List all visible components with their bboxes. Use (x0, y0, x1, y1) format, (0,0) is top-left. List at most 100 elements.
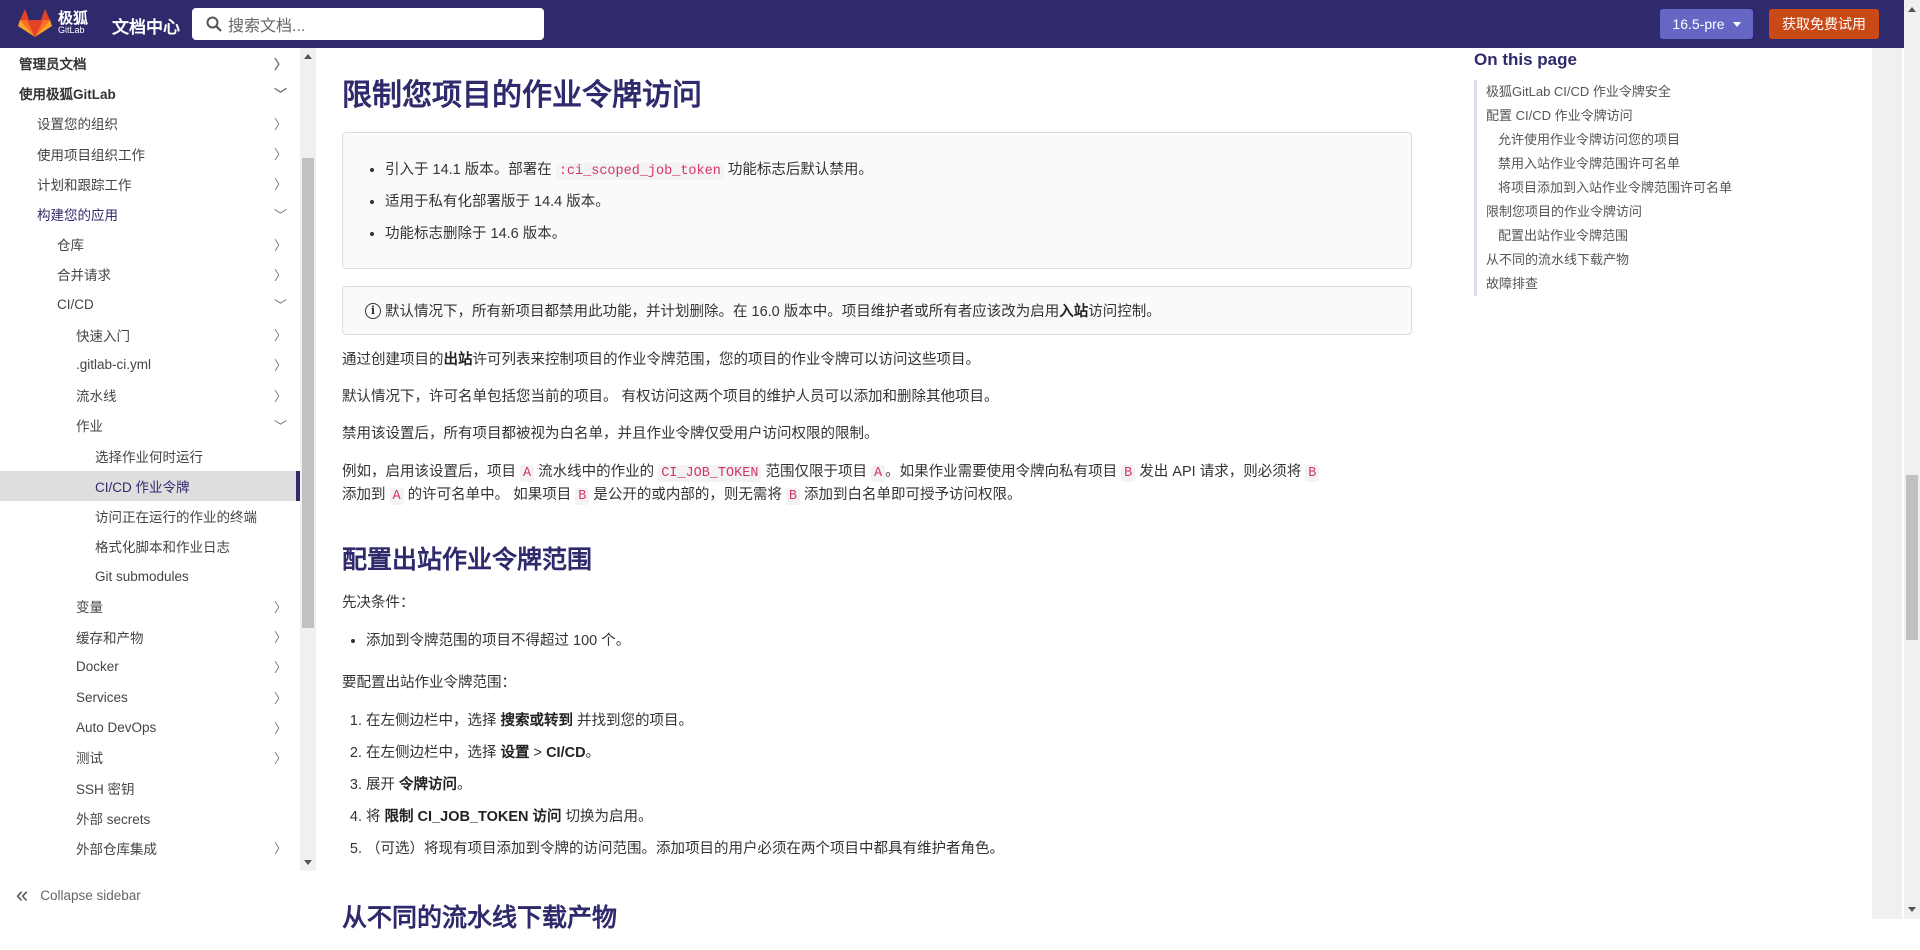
page-scrollbar[interactable] (1904, 0, 1920, 919)
scrollbar-thumb[interactable] (302, 158, 314, 628)
sidebar-item[interactable]: 合并请求〉 (0, 259, 300, 289)
chevron-down-icon[interactable]: ﹀ (274, 84, 286, 103)
chevron-right-icon[interactable]: 〉 (274, 718, 286, 737)
step-item: （可选）将现有项目添加到令牌的访问范围。添加项目的用户必须在两个项目中都具有维护… (366, 837, 1412, 858)
history-item: 适用于私有化部署版于 14.4 版本。 (385, 190, 1389, 211)
toc-link[interactable]: 从不同的流水线下载产物 (1486, 248, 1854, 272)
sidebar-item[interactable]: Services〉 (0, 682, 300, 712)
section-heading: 配置出站作业令牌范围 (342, 540, 1412, 576)
scroll-down-icon[interactable] (304, 860, 312, 865)
free-trial-button[interactable]: 获取免费试用 (1769, 9, 1879, 39)
sidebar-item[interactable]: 测试 〉 (0, 742, 300, 772)
code: CI_JOB_TOKEN (658, 465, 761, 482)
chevron-right-icon[interactable]: 〉 (274, 174, 286, 193)
text: 切换为启用。 (562, 809, 653, 825)
sidebar-item[interactable]: Auto DevOps〉 (0, 712, 300, 742)
sidebar-item[interactable]: 访问正在运行的作业的终端 (0, 501, 300, 531)
sidebar-item-label: 变量 (76, 596, 103, 616)
sidebar-item[interactable]: 外部仓库集成〉 (0, 833, 300, 863)
scroll-up-icon[interactable] (304, 54, 312, 59)
chevron-right-icon[interactable]: 〉 (274, 657, 286, 676)
chevron-right-icon[interactable]: 〉 (274, 235, 286, 254)
sidebar-item[interactable]: 流水线〉 (0, 380, 300, 410)
sidebar-item[interactable]: 变量 〉 (0, 591, 300, 621)
toc-link[interactable]: 极狐GitLab CI/CD 作业令牌安全 (1486, 80, 1854, 104)
text: 添加到白名单即可授予访问权限。 (800, 487, 1022, 503)
sidebar-item-label: 缓存和产物 (76, 627, 144, 647)
scroll-down-icon[interactable] (1908, 907, 1916, 912)
paragraph: 例如，启用该设置后，项目 A 流水线中的作业的 CI_JOB_TOKEN 范围仅… (342, 461, 1412, 508)
sidebar-item[interactable]: CI/CD﹀ (0, 290, 300, 320)
feature-flag-code: :ci_scoped_job_token (556, 163, 724, 180)
chevron-right-icon[interactable]: 〉 (274, 355, 286, 374)
code: B (1121, 465, 1135, 482)
chevron-right-icon[interactable]: 〉 (274, 325, 286, 344)
sidebar-item[interactable]: 仓库〉 (0, 229, 300, 259)
text: 在左侧边栏中，选择 (366, 745, 501, 761)
text: 通过创建项目的 (342, 352, 444, 368)
toc-link[interactable]: 配置出站作业令牌范围 (1486, 224, 1854, 248)
sidebar-item[interactable]: Git submodules (0, 561, 300, 591)
sidebar-item-label: 外部 secrets (76, 808, 150, 828)
paragraph: 先决条件： (342, 592, 1412, 615)
chevron-right-icon[interactable]: 〉 (274, 54, 286, 73)
sidebar-item[interactable]: 选择作业何时运行 (0, 440, 300, 470)
collapse-sidebar-button[interactable]: «Collapse sidebar (0, 871, 316, 919)
sidebar-item[interactable]: 格式化脚本和作业日志 (0, 531, 300, 561)
sidebar-item[interactable]: 构建您的应用﹀ (0, 199, 300, 229)
toc-link[interactable]: 允许使用作业令牌访问您的项目 (1486, 128, 1854, 152)
toc-link[interactable]: 故障排查 (1486, 272, 1854, 296)
sidebar-item[interactable]: 设置您的组织〉 (0, 108, 300, 138)
chevron-right-icon[interactable]: 〉 (274, 688, 286, 707)
chevron-right-icon[interactable]: 〉 (274, 597, 286, 616)
sidebar-item[interactable]: SSH 密钥 (0, 773, 300, 803)
chevron-down-icon[interactable]: ﹀ (274, 205, 286, 224)
text: CI/CD (546, 745, 585, 761)
version-dropdown[interactable]: 16.5-pre (1660, 9, 1753, 39)
toc-link[interactable]: 限制您项目的作业令牌访问 (1486, 200, 1854, 224)
scrollbar-thumb[interactable] (1906, 475, 1918, 640)
sidebar-item[interactable]: 外部 secrets (0, 803, 300, 833)
sidebar-item[interactable]: 计划和跟踪工作〉 (0, 169, 300, 199)
sidebar-scrollbar[interactable] (300, 48, 316, 871)
text: 令牌访问 (399, 777, 457, 793)
logo[interactable]: 极狐GitLab (18, 8, 88, 38)
chevron-down-icon[interactable]: ﹀ (274, 295, 286, 314)
site-title[interactable]: 文档中心 (112, 13, 180, 38)
chevron-down-icon[interactable]: ﹀ (274, 416, 286, 435)
sidebar-item[interactable]: 快速入门〉 (0, 320, 300, 350)
chevron-right-icon[interactable]: 〉 (274, 114, 286, 133)
toc-link[interactable]: 将项目添加到入站作业令牌范围许可名单 (1486, 176, 1854, 200)
sidebar-item[interactable]: CI/CD 示例〉 (0, 863, 300, 871)
chevron-right-icon[interactable]: 〉 (274, 838, 286, 857)
chevron-right-icon[interactable]: 〉 (274, 144, 286, 163)
sidebar-item[interactable]: .gitlab-ci.yml〉 (0, 350, 300, 380)
chevron-right-icon[interactable]: 〉 (274, 386, 286, 405)
chevron-right-icon[interactable]: 〉 (274, 265, 286, 284)
search-placeholder: 搜索文档... (228, 12, 305, 36)
toc-link[interactable]: 禁用入站作业令牌范围许可名单 (1486, 152, 1854, 176)
chevron-right-icon[interactable]: 〉 (274, 748, 286, 767)
sidebar-item[interactable]: 缓存和产物 〉 (0, 622, 300, 652)
sidebar-item[interactable]: Docker〉 (0, 652, 300, 682)
info-icon: i (365, 303, 381, 319)
sidebar-item-label: 测试 (76, 747, 103, 767)
search-input[interactable]: 搜索文档... (192, 8, 544, 40)
sidebar-item[interactable]: 管理员文档〉 (0, 48, 300, 78)
sidebar-item-label: 使用项目组织工作 (37, 144, 145, 164)
chevron-right-icon[interactable]: 〉 (274, 627, 286, 646)
sidebar-item[interactable]: CI/CD 作业令牌 (0, 471, 300, 501)
text: 发出 API 请求，则必须将 (1135, 464, 1305, 480)
text: 设置 (501, 745, 530, 761)
list-item: 添加到令牌范围的项目不得超过 100 个。 (366, 629, 1412, 650)
sidebar-item[interactable]: 使用项目组织工作 〉 (0, 139, 300, 169)
scroll-up-icon[interactable] (1908, 7, 1916, 12)
text: 出站 (444, 352, 473, 368)
sidebar-item[interactable]: 作业﹀ (0, 410, 300, 440)
code: B (575, 488, 589, 505)
code: A (871, 465, 885, 482)
code: A (520, 465, 534, 482)
toc-link[interactable]: 配置 CI/CD 作业令牌访问 (1486, 104, 1854, 128)
text: 搜索或转到 (501, 713, 574, 729)
sidebar-item[interactable]: 使用极狐GitLab﹀ (0, 78, 300, 108)
